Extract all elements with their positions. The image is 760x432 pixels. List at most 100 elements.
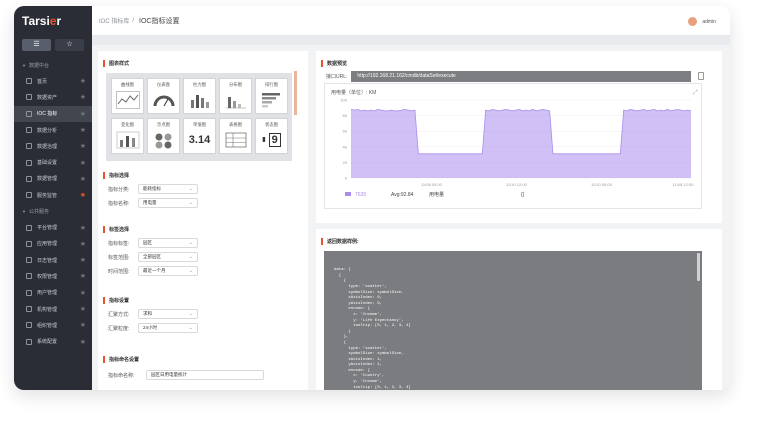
- field-label: 指标标签:: [108, 240, 130, 247]
- url-field[interactable]: http://192.168.21.162/cmdb/dataSet/execu…: [351, 70, 692, 82]
- agg-select-1[interactable]: 24小时 ⌄: [138, 323, 198, 333]
- preview-panel: 数据预览 接口URL: http://192.168.21.162/cmdb/d…: [316, 51, 722, 223]
- table-chart-icon: [224, 131, 248, 154]
- select-value: 24小时: [143, 325, 158, 330]
- chart-type-label: 排行图: [265, 82, 278, 87]
- config-panel: 图表样式 曲线图 仪表盘 柱力图 分布图 排行图 变化图 示点图 单值图 3.14 表格图 状态图 ▮…: [98, 51, 308, 390]
- y-tick-label: 40: [343, 144, 348, 149]
- sidebar-item-label: 机构管理: [37, 306, 58, 313]
- agg-row-1: 汇聚粒度: 24小时 ⌄: [108, 321, 198, 335]
- sidebar-item-public-4[interactable]: 用户管理 ★: [14, 285, 92, 301]
- menu-icon: [26, 273, 32, 280]
- sidebar-item-data-7[interactable]: 服务监管 ★: [14, 187, 92, 203]
- chart-type-line[interactable]: 曲线图: [111, 78, 144, 114]
- avatar: [688, 17, 698, 26]
- favorite-star-icon[interactable]: ★: [80, 305, 86, 313]
- sidebar-item-data-2[interactable]: IOC 指标 ★: [14, 105, 92, 122]
- legend-series-name[interactable]: 7635: [355, 192, 366, 198]
- chart-type-label: 示点图: [157, 122, 170, 127]
- chevron-down-icon: ⌄: [188, 325, 193, 331]
- name-row: 指标命名称: 园区日用电量统计: [103, 368, 264, 382]
- user-menu[interactable]: admin: [688, 17, 716, 26]
- sidebar-item-public-7[interactable]: 系统配置 ★: [14, 333, 92, 349]
- sidebar-item-label: 数据资产: [37, 94, 58, 101]
- x-tick-label: 11/10 12:00: [506, 182, 528, 187]
- chart-type-state[interactable]: 状态图 ▮ 9: [255, 118, 288, 154]
- field-label: 指标分类:: [108, 186, 130, 193]
- sidebar-item-label: 服务监管: [37, 192, 58, 199]
- favorite-star-icon[interactable]: ★: [80, 77, 86, 85]
- agg-select-0[interactable]: 求和 ⌄: [138, 309, 198, 319]
- favorites-icon[interactable]: ☆: [55, 39, 84, 51]
- tag-select-2[interactable]: 最近一个月 ⌄: [138, 266, 198, 276]
- metric-select-0[interactable]: 能耗指标 ⌄: [138, 184, 198, 194]
- metric-section-title: 指标选择: [103, 171, 198, 179]
- favorite-star-icon[interactable]: ★: [80, 191, 86, 199]
- favorite-star-icon[interactable]: ★: [80, 93, 86, 101]
- expand-icon[interactable]: ⤢: [693, 89, 698, 96]
- metric-name-input[interactable]: 园区日用电量统计: [146, 370, 264, 380]
- favorite-star-icon[interactable]: ★: [80, 142, 86, 150]
- tag-select-0[interactable]: 园区 ⌄: [138, 238, 198, 248]
- sidebar-item-public-5[interactable]: 机构管理 ★: [14, 301, 92, 317]
- favorite-star-icon[interactable]: ★: [80, 321, 86, 329]
- x-tick-label: 11/08 00:00: [421, 182, 443, 187]
- chart-type-bars[interactable]: 柱力图: [183, 78, 216, 114]
- metric-select-1[interactable]: 用电量 ⌄: [138, 198, 198, 208]
- chart-type-dist[interactable]: 分布图: [219, 78, 252, 114]
- chart-type-dots[interactable]: 示点图: [147, 118, 180, 154]
- chart-type-rank[interactable]: 排行图: [255, 78, 288, 114]
- chart-type-value[interactable]: 单值图 3.14: [183, 118, 216, 154]
- favorite-star-icon[interactable]: ★: [80, 126, 86, 134]
- favorite-star-icon[interactable]: ★: [80, 175, 86, 183]
- favorite-star-icon[interactable]: ★: [80, 289, 86, 297]
- sidebar-section-data[interactable]: ▼ 数据中台: [14, 57, 92, 73]
- tag-select-1[interactable]: 全部园区 ⌄: [138, 252, 198, 262]
- sidebar-item-public-6[interactable]: 组织管理 ★: [14, 317, 92, 333]
- chart-type-change[interactable]: 变化图: [111, 118, 144, 154]
- sidebar-section-public[interactable]: ▼ 公共服务: [14, 203, 92, 219]
- sidebar-item-data-3[interactable]: 数据分析 ★: [14, 122, 92, 138]
- favorite-star-icon[interactable]: ★: [80, 272, 86, 280]
- chart-type-table[interactable]: 表格图: [219, 118, 252, 154]
- favorite-star-icon[interactable]: ★: [80, 224, 86, 232]
- sidebar-item-label: 数据管理: [37, 176, 58, 183]
- menu-icon: [26, 78, 32, 85]
- sidebar-item-public-2[interactable]: 日志管理 ★: [14, 252, 92, 268]
- menu-icon: [26, 175, 32, 182]
- sidebar-item-label: IOC 指标: [37, 111, 58, 118]
- breadcrumb-parent[interactable]: IOC 指标库: [99, 16, 129, 25]
- sidebar-item-data-1[interactable]: 数据资产 ★: [14, 89, 92, 105]
- favorite-star-icon[interactable]: ★: [80, 159, 86, 167]
- change-chart-icon: [116, 131, 140, 154]
- copy-icon[interactable]: [698, 72, 705, 80]
- user-name: admin: [702, 18, 716, 25]
- favorite-star-icon[interactable]: ★: [80, 256, 86, 264]
- dist-chart-icon: [224, 91, 248, 114]
- list-view-icon[interactable]: ☰: [22, 39, 51, 51]
- bars-chart-icon: [188, 91, 212, 114]
- sidebar-item-label: 日志管理: [37, 257, 58, 264]
- sidebar-item-data-4[interactable]: 数据治理 ★: [14, 138, 92, 154]
- sidebar-item-data-6[interactable]: 数据管理 ★: [14, 171, 92, 187]
- favorite-star-icon[interactable]: ★: [80, 110, 86, 118]
- state-icon: ▮ 9: [262, 131, 281, 149]
- sidebar-item-data-5[interactable]: 基础设置 ★: [14, 154, 92, 170]
- sidebar-item-data-0[interactable]: 首页 ★: [14, 73, 92, 89]
- favorite-star-icon[interactable]: ★: [80, 240, 86, 248]
- chart-picker-scrollbar[interactable]: [294, 71, 297, 115]
- area-chart: 用电量（单位）: KM ⤢ 100806040200 11/08 00:00 11…: [331, 89, 698, 198]
- sidebar-group-data: 首页 ★ 数据资产 ★ IOC 指标 ★ 数据分析 ★ 数据治理 ★ 基础设置 ★ 数据管理 ★ 服务监管 ★: [14, 73, 92, 203]
- code-scrollbar[interactable]: [697, 253, 700, 281]
- menu-icon: [26, 322, 32, 329]
- sidebar-item-public-0[interactable]: 平台管理 ★: [14, 219, 92, 235]
- favorite-star-icon[interactable]: ★: [80, 338, 86, 346]
- url-value: http://192.168.21.162/cmdb/dataSet/execu…: [357, 73, 456, 79]
- sidebar-item-public-3[interactable]: 权限管理 ★: [14, 268, 92, 284]
- metric-row-1: 指标名称: 用电量 ⌄: [108, 196, 198, 210]
- gauge-chart-icon: [152, 91, 176, 114]
- sidebar-item-public-1[interactable]: 应用管理 ★: [14, 236, 92, 252]
- menu-icon: [26, 257, 32, 264]
- menu-icon: [26, 306, 32, 312]
- chart-type-gauge[interactable]: 仪表盘: [147, 78, 180, 114]
